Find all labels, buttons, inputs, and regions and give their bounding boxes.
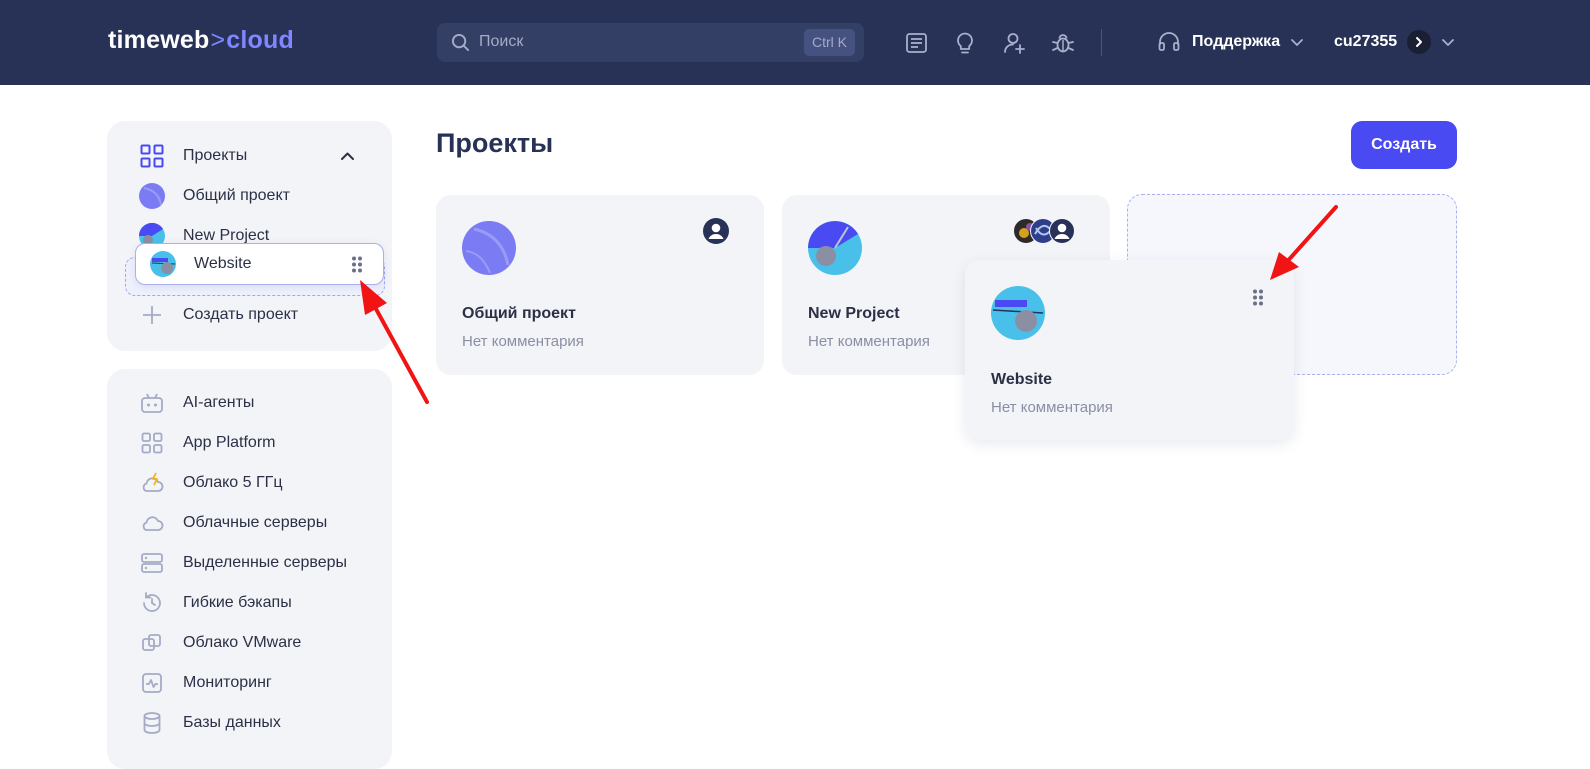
search-placeholder: Поиск (479, 33, 524, 50)
drag-handle-icon[interactable] (351, 256, 363, 273)
project-card-name: New Project (808, 305, 900, 322)
server-icon (139, 550, 165, 576)
database-icon (139, 710, 165, 736)
account-dropdown[interactable]: cu27355 (1334, 29, 1455, 55)
project-card[interactable]: Общий проект Нет комментария (436, 195, 764, 375)
sidebar-dragging-label: Website (194, 255, 252, 272)
user-icon (703, 218, 729, 244)
support-label: Поддержка (1192, 33, 1281, 50)
project-avatar (150, 251, 176, 277)
logo[interactable]: timeweb>cloud (108, 26, 294, 55)
sidebar-item-backups[interactable]: Гибкие бэкапы (139, 590, 292, 616)
sidebar-dragging-item[interactable]: Website (135, 243, 384, 285)
vmware-icon (139, 630, 165, 656)
sidebar-projects-title: Проекты (183, 147, 248, 164)
project-avatar (808, 221, 862, 275)
bug-icon[interactable] (1050, 30, 1076, 56)
sidebar-item-label: Мониторинг (183, 674, 272, 691)
search-icon (451, 33, 470, 52)
projects-grid-icon (139, 143, 165, 169)
support-dropdown[interactable]: Поддержка (1156, 29, 1304, 55)
headset-icon (1158, 32, 1180, 51)
search-shortcut-badge: Ctrl K (804, 29, 855, 56)
sidebar-item-label: Гибкие бэкапы (183, 594, 292, 611)
project-avatar (991, 286, 1045, 340)
sidebar-item-cloud-servers[interactable]: Облачные серверы (139, 510, 327, 536)
account-name: cu27355 (1334, 33, 1398, 50)
chevron-up-icon[interactable] (340, 149, 355, 163)
cloud-icon (139, 510, 165, 536)
header-divider (1101, 29, 1102, 56)
sidebar-item-databases[interactable]: Базы данных (139, 710, 281, 736)
sidebar-item-vmware[interactable]: Облако VMware (139, 630, 301, 656)
project-card-name: Website (991, 371, 1053, 388)
sidebar-item-monitoring[interactable]: Мониторинг (139, 670, 272, 696)
top-header: timeweb>cloud Поиск Ctrl K Поддержка cu2… (0, 0, 1590, 85)
create-project-button[interactable]: Создать проект (139, 302, 298, 328)
sidebar-item-app-platform[interactable]: App Platform (139, 430, 275, 456)
sidebar-item-cloud-5ghz[interactable]: Облако 5 ГГц (139, 470, 282, 496)
dragging-project-card[interactable]: Website Нет комментария (965, 260, 1294, 440)
monitoring-icon (139, 670, 165, 696)
plus-icon (139, 302, 165, 328)
account-arrow-badge (1407, 30, 1432, 54)
backup-icon (139, 590, 165, 616)
annotation-arrow (360, 280, 429, 404)
grid-icon (139, 430, 165, 456)
sidebar-item-ai-agents[interactable]: AI-агенты (139, 390, 254, 416)
sidebar-project-label: Общий проект (183, 187, 290, 204)
user-icon (1049, 218, 1075, 244)
search-input[interactable]: Поиск Ctrl K (437, 23, 864, 62)
sidebar-item-dedicated-servers[interactable]: Выделенные серверы (139, 550, 347, 576)
sidebar-item-label: App Platform (183, 434, 276, 451)
page-title: Проекты (436, 128, 554, 158)
cloud-bolt-icon (139, 470, 165, 496)
sidebar-projects-header[interactable]: Проекты (139, 143, 357, 169)
create-button[interactable]: Создать (1351, 121, 1457, 169)
sidebar-item-label: Облако 5 ГГц (183, 474, 283, 491)
create-project-label: Создать проект (183, 306, 299, 323)
sidebar-item-label: Облачные серверы (183, 514, 328, 531)
project-avatar (139, 183, 165, 209)
project-card-name: Общий проект (462, 305, 576, 322)
add-user-icon[interactable] (1002, 30, 1028, 56)
chevron-down-icon (1291, 39, 1303, 46)
sidebar-item-label: AI-агенты (183, 394, 255, 411)
sidebar-project-item[interactable]: Общий проект (139, 183, 290, 209)
logo-accent: cloud (226, 26, 294, 54)
sidebar-item-label: Выделенные серверы (183, 554, 348, 571)
drag-handle-icon[interactable] (1252, 289, 1264, 306)
project-card-comment: Нет комментария (462, 333, 584, 350)
sidebar-item-label: Базы данных (183, 714, 281, 731)
project-card-comment: Нет комментария (991, 399, 1113, 416)
logo-main: timeweb (108, 26, 210, 54)
robot-icon (139, 390, 165, 416)
chevron-down-icon (1442, 39, 1455, 46)
project-avatar (462, 221, 516, 275)
sidebar-item-label: Облако VMware (183, 634, 302, 651)
logo-separator: > (210, 26, 226, 54)
lightbulb-icon[interactable] (952, 30, 978, 56)
project-card-comment: Нет комментария (808, 333, 930, 350)
member-avatars (1013, 218, 1077, 244)
docs-icon[interactable] (903, 30, 929, 56)
annotation-arrow (1270, 205, 1338, 280)
chevron-right-icon (1416, 37, 1423, 47)
